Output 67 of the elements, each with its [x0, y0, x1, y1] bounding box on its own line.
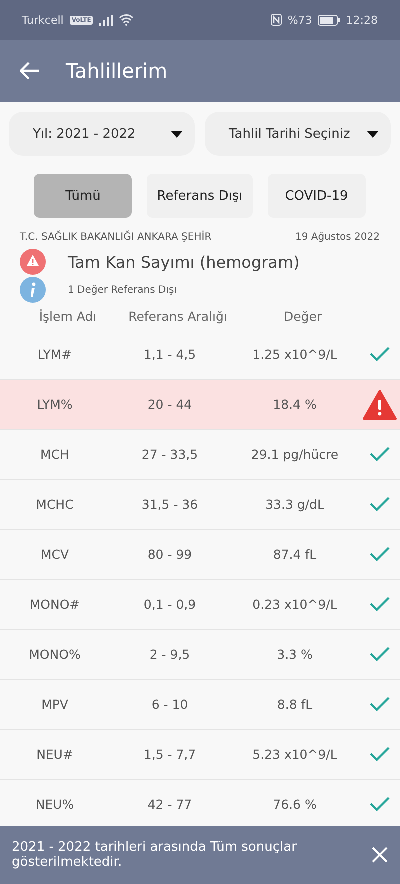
- check-icon: [370, 597, 390, 612]
- check-icon: [370, 747, 390, 762]
- test-code: MCV: [40, 547, 70, 562]
- test-code: LYM#: [36, 347, 74, 362]
- column-header: Değer: [282, 309, 324, 324]
- result-value: 3.3 %: [276, 647, 314, 662]
- reference-range: 42 - 77: [146, 797, 194, 812]
- caret-icon: [171, 130, 183, 138]
- warning-icon: [20, 249, 46, 275]
- filter-button[interactable]: Tümü: [34, 174, 132, 218]
- test-code: NEU#: [36, 747, 74, 762]
- filter-button[interactable]: COVID-19: [268, 174, 366, 218]
- check-icon: [370, 697, 390, 712]
- test-code: MONO%: [28, 647, 82, 662]
- reference-range: 27 - 33,5: [140, 447, 200, 462]
- page-title: Tahlillerim: [66, 59, 168, 83]
- info-icon: [20, 277, 46, 303]
- reference-range: 20 - 44: [146, 397, 194, 412]
- snackbar-message: 2021 - 2022 tarihleri arasında Tüm sonuçlar gösterilmektedir.: [12, 840, 298, 870]
- battery-icon: [318, 14, 340, 26]
- back-arrow-icon[interactable]: [20, 62, 40, 80]
- test-code: MPV: [40, 697, 70, 712]
- reference-range: 1,5 - 7,7: [142, 747, 198, 762]
- check-icon: [370, 547, 390, 562]
- clock: 12:28: [346, 14, 378, 26]
- battery-percent: %73: [288, 14, 312, 26]
- test-code: LYM%: [36, 397, 74, 412]
- check-icon: [370, 347, 390, 362]
- check-icon: [370, 447, 390, 462]
- test-code: MCH: [40, 447, 70, 462]
- nfc-icon: [270, 14, 282, 26]
- test-code: MCHC: [35, 497, 75, 512]
- result-value: 8.8 fL: [276, 697, 314, 712]
- result-value: 87.4 fL: [272, 547, 318, 562]
- reference-range: 6 - 10: [150, 697, 190, 712]
- warning-icon: [363, 390, 397, 420]
- result-value: 18.4 %: [272, 397, 318, 412]
- result-value: 33.3 g/dL: [264, 497, 326, 512]
- column-header: Referans Aralığı: [128, 309, 228, 324]
- reference-range: 80 - 99: [146, 547, 194, 562]
- close-icon[interactable]: [372, 847, 388, 863]
- result-value: 1.25 x10^9/L: [252, 347, 338, 362]
- result-value: 29.1 pg/hücre: [250, 447, 340, 462]
- report-date: 19 Ağustos 2022: [295, 232, 380, 243]
- reference-range: 2 - 9,5: [148, 647, 192, 662]
- dropdown[interactable]: Yıl: 2021 - 2022: [9, 112, 195, 156]
- result-value: 76.6 %: [272, 797, 318, 812]
- test-code: NEU%: [34, 797, 76, 812]
- test-name: Tam Kan Sayımı (hemogram): [68, 252, 300, 272]
- result-value: 5.23 x10^9/L: [252, 747, 338, 762]
- signal-icon: [99, 14, 114, 26]
- wifi-icon: [119, 14, 134, 26]
- caret-icon: [367, 130, 379, 138]
- check-icon: [370, 497, 390, 512]
- summary-text: 1 Değer Referans Dışı: [68, 284, 177, 296]
- check-icon: [370, 647, 390, 662]
- test-code: MONO#: [28, 597, 82, 612]
- institution-name: T.C. SAĞLIK BAKANLIĞI ANKARA ŞEHİR: [20, 232, 212, 243]
- reference-range: 0,1 - 0,9: [142, 597, 198, 612]
- result-value: 0.23 x10^9/L: [252, 597, 338, 612]
- column-header: İşlem Adı: [38, 309, 98, 324]
- check-icon: [370, 797, 390, 812]
- reference-range: 1,1 - 4,5: [142, 347, 198, 362]
- reference-range: 31,5 - 36: [140, 497, 200, 512]
- carrier-name: Turkcell: [22, 14, 64, 26]
- filter-button[interactable]: Referans Dışı: [147, 174, 253, 218]
- dropdown[interactable]: Tahlil Tarihi Seçiniz: [205, 112, 391, 156]
